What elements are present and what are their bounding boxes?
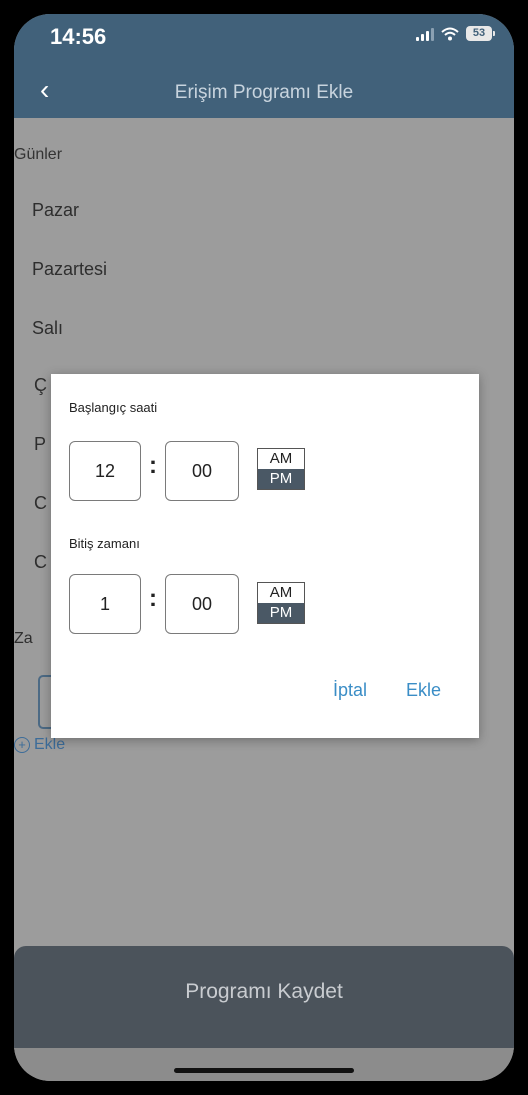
pm-option[interactable]: PM	[258, 603, 304, 623]
day-item-partial[interactable]: P	[34, 434, 46, 455]
end-hour-input[interactable]: 1	[69, 574, 141, 634]
time-section-label: Za	[14, 630, 33, 647]
start-time-label: Başlangıç saati	[69, 400, 158, 415]
add-time-label: Ekle	[34, 736, 66, 753]
end-minute-input[interactable]: 00	[165, 574, 239, 634]
time-picker-dialog: Başlangıç saati 12 : 00 AM PM Bitiş zama…	[51, 374, 479, 738]
pm-option[interactable]: PM	[258, 469, 304, 489]
status-time: 14:56	[50, 24, 107, 49]
phone-screen: 14:56 53 ‹ Erişim Programı Ekle Günler P…	[14, 14, 514, 1081]
day-item-partial[interactable]: C	[34, 552, 47, 573]
battery-icon: 53	[466, 26, 495, 41]
end-ampm-toggle[interactable]: AM PM	[257, 582, 305, 624]
day-item-pazar[interactable]: Pazar	[32, 200, 79, 221]
day-item-sali[interactable]: Salı	[32, 318, 63, 339]
status-icons: 53	[416, 26, 495, 41]
wifi-icon	[441, 27, 459, 40]
signal-icon	[416, 27, 434, 41]
navigation-bar: ‹ Erişim Programı Ekle	[14, 68, 514, 118]
save-program-label: Programı Kaydet	[185, 980, 343, 1003]
add-button[interactable]: Ekle	[406, 680, 441, 701]
time-separator: :	[149, 585, 157, 612]
home-indicator-area	[14, 1048, 514, 1081]
cancel-button[interactable]: İptal	[333, 680, 367, 701]
home-indicator[interactable]	[174, 1068, 354, 1073]
time-separator: :	[149, 452, 157, 479]
am-option[interactable]: AM	[258, 449, 304, 469]
save-program-button[interactable]: Programı Kaydet	[14, 946, 514, 1048]
add-time-link[interactable]: + Ekle	[14, 736, 65, 754]
day-item-partial[interactable]: Ç	[34, 375, 47, 396]
days-label: Günler	[14, 146, 63, 163]
end-time-label: Bitiş zamanı	[69, 536, 140, 551]
plus-circle-icon: +	[14, 737, 30, 753]
status-bar: 14:56 53	[14, 14, 514, 68]
start-hour-input[interactable]: 12	[69, 441, 141, 501]
day-item-pazartesi[interactable]: Pazartesi	[32, 259, 107, 280]
start-ampm-toggle[interactable]: AM PM	[257, 448, 305, 490]
am-option[interactable]: AM	[258, 583, 304, 603]
start-minute-input[interactable]: 00	[165, 441, 239, 501]
page-title: Erişim Programı Ekle	[174, 82, 354, 103]
day-item-partial[interactable]: C	[34, 493, 47, 514]
